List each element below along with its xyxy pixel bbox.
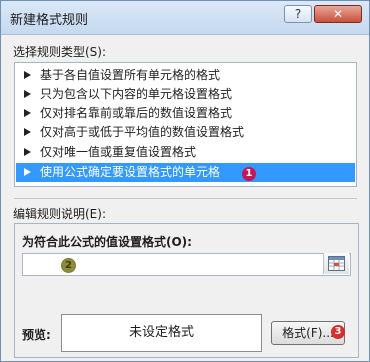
title-bar[interactable]: 新建格式规则 ? ✕: [1, 1, 369, 35]
rule-type-item[interactable]: 仅对高于或低于平均值的数值设置格式: [16, 123, 355, 142]
range-select-button[interactable]: [323, 253, 349, 274]
new-format-rule-dialog: 新建格式规则 ? ✕ 选择规则类型(S): 基于各自值设置所有单元格的格式 只为…: [0, 0, 370, 362]
triangle-right-icon: [24, 168, 31, 176]
select-rule-type-label: 选择规则类型(S):: [13, 45, 107, 59]
help-button[interactable]: ?: [284, 5, 312, 23]
formula-label: 为符合此公式的值设置格式(O):: [22, 235, 192, 249]
triangle-right-icon: [24, 109, 31, 117]
rule-type-label: 仅对高于或低于平均值的数值设置格式: [40, 125, 245, 139]
rule-type-item[interactable]: 只为包含以下内容的单元格设置格式: [16, 85, 355, 104]
rule-type-label: 使用公式确定要设置格式的单元格: [40, 165, 221, 179]
rule-type-label: 仅对排名靠前或靠后的数值设置格式: [40, 106, 233, 120]
preview-label: 预览:: [22, 328, 51, 342]
triangle-right-icon: [24, 128, 31, 136]
triangle-right-icon: [24, 71, 31, 79]
annotation-marker-1: 1: [242, 167, 256, 181]
annotation-marker-3: 3: [331, 325, 345, 339]
rule-type-list[interactable]: 基于各自值设置所有单元格的格式 只为包含以下内容的单元格设置格式 仅对排名靠前或…: [14, 62, 357, 187]
close-button[interactable]: ✕: [314, 5, 362, 23]
rule-type-item-selected[interactable]: 使用公式确定要设置格式的单元格: [16, 163, 355, 182]
rule-type-item[interactable]: 基于各自值设置所有单元格的格式: [16, 66, 355, 85]
edit-rule-label: 编辑规则说明(E):: [13, 207, 106, 221]
collapse-dialog-icon: [328, 256, 345, 271]
divider: [14, 198, 357, 199]
rule-type-label: 基于各自值设置所有单元格的格式: [40, 68, 221, 82]
dialog-title: 新建格式规则: [10, 13, 89, 28]
triangle-right-icon: [24, 90, 31, 98]
annotation-marker-2: 2: [61, 258, 76, 273]
rule-type-item[interactable]: 仅对唯一值或重复值设置格式: [16, 143, 355, 162]
triangle-right-icon: [24, 148, 31, 156]
rule-type-item[interactable]: 仅对排名靠前或靠后的数值设置格式: [16, 104, 355, 123]
rule-type-label: 只为包含以下内容的单元格设置格式: [40, 87, 233, 101]
rule-type-label: 仅对唯一值或重复值设置格式: [40, 145, 197, 159]
format-preview: 未设定格式: [61, 314, 262, 352]
